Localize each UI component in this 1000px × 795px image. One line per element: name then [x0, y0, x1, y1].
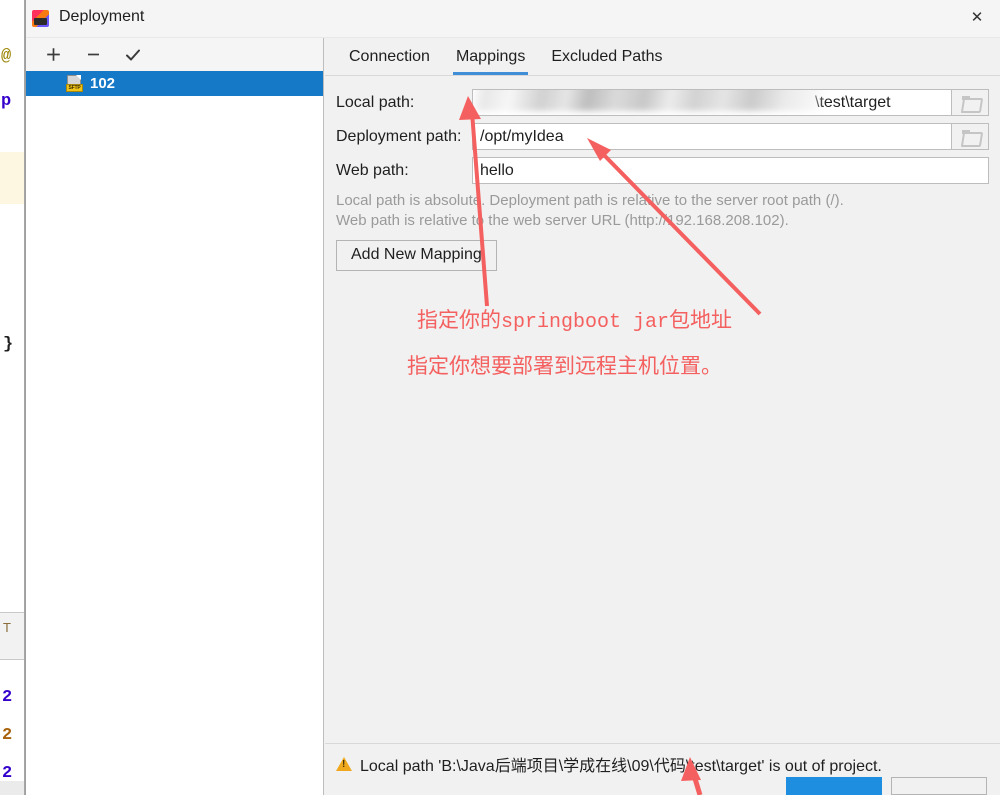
remove-server-button[interactable] [80, 42, 106, 68]
folder-icon [961, 130, 979, 143]
ok-button[interactable] [786, 777, 882, 795]
mappings-content-pane: Connection Mappings Excluded Paths Local… [325, 38, 1000, 795]
tab-excluded-paths[interactable]: Excluded Paths [538, 48, 675, 75]
background-status-strip [0, 781, 24, 795]
web-path-row: Web path: hello [336, 157, 989, 184]
deployment-path-browse-button[interactable] [951, 123, 989, 150]
mappings-hint-line-2: Web path is relative to the web server U… [336, 212, 789, 229]
server-list-body: SFTP 102 [26, 71, 323, 795]
dialog-title: Deployment [59, 8, 145, 25]
dialog-button-row [786, 775, 987, 795]
local-path-input[interactable]: \test\target [472, 89, 951, 116]
deployment-path-input[interactable]: /opt/myIdea [472, 123, 951, 150]
deployment-path-row: Deployment path: /opt/myIdea [336, 123, 989, 150]
sftp-icon: SFTP [66, 75, 83, 92]
dialog-titlebar: Deployment ✕ [26, 0, 1000, 38]
server-list-pane: SFTP 102 [26, 38, 324, 795]
cancel-button[interactable] [891, 777, 987, 795]
local-path-browse-button[interactable] [951, 89, 989, 116]
server-list-item-label: 102 [90, 75, 116, 92]
bg-token-0: @ [1, 47, 12, 66]
server-list-toolbar [26, 38, 323, 71]
validation-message-text: Local path 'B:\Java后端项目\学成在线\09\代码\test\… [360, 758, 882, 775]
folder-icon [961, 96, 979, 109]
close-icon[interactable]: ✕ [954, 0, 1000, 34]
mappings-hint-line-1: Local path is absolute. Deployment path … [336, 192, 844, 209]
validation-message: Local path 'B:\Java后端项目\学成在线\09\代码\test\… [336, 752, 882, 776]
intellij-idea-icon [32, 10, 49, 27]
set-default-server-button[interactable] [120, 42, 146, 68]
bg-token-1: p [1, 92, 12, 111]
bg-token-2: } [3, 335, 14, 354]
bg-token-4: 2 [2, 726, 13, 745]
sftp-icon-label: SFTP [66, 84, 83, 92]
mappings-form: Local path: \test\target Deployment path… [325, 77, 1000, 743]
tab-connection[interactable]: Connection [336, 48, 443, 75]
add-server-button[interactable] [40, 42, 66, 68]
add-new-mapping-button[interactable]: Add New Mapping [336, 240, 497, 271]
deployment-dialog: Deployment ✕ SFTP 102 Connection Mapping… [25, 0, 1000, 795]
web-path-input[interactable]: hello [472, 157, 989, 184]
background-editor: @ p } T 2 2 2 [0, 0, 25, 795]
local-path-label: Local path: [336, 93, 415, 111]
warning-triangle-icon [336, 757, 352, 771]
local-path-row: Local path: \test\target [336, 89, 989, 116]
local-path-value: \test\target [815, 94, 891, 111]
server-list-item-102[interactable]: SFTP 102 [26, 71, 323, 96]
dialog-statusbar: Local path 'B:\Java后端项目\学成在线\09\代码\test\… [325, 743, 1000, 795]
settings-tabs: Connection Mappings Excluded Paths [325, 38, 1000, 76]
editor-highlight-band [0, 152, 24, 204]
bg-token-3: 2 [2, 688, 13, 707]
web-path-label: Web path: [336, 161, 409, 179]
tab-mappings[interactable]: Mappings [443, 48, 538, 75]
background-tool-window-label: T [3, 620, 11, 635]
deployment-path-label: Deployment path: [336, 127, 462, 145]
